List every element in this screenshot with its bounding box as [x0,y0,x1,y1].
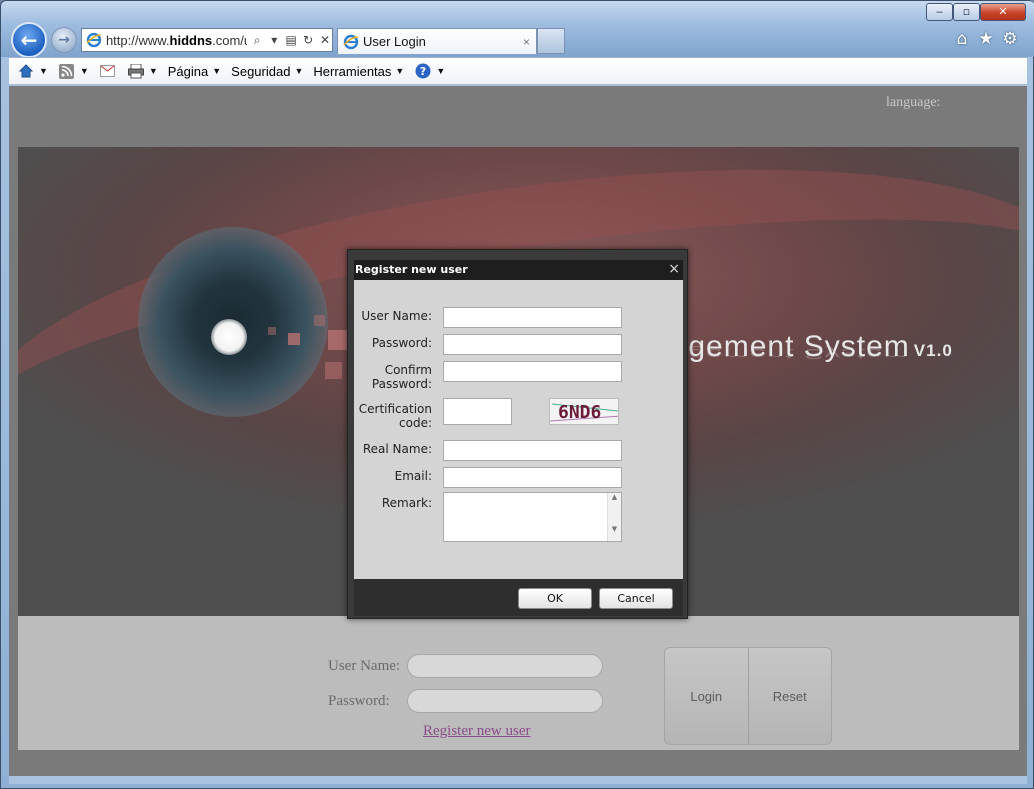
username-field-label: User Name: [361,309,432,323]
ok-button[interactable]: OK [518,588,592,609]
minimize-button[interactable]: ‒ [926,3,953,21]
chevron-down-icon[interactable]: ▼ [80,66,89,76]
dropdown-icon[interactable]: ▾ [267,33,281,47]
decor-square [288,333,300,345]
register-dialog: Register new user × User Name: Password:… [347,249,688,619]
confirm-password-label: Confirm Password: [371,363,432,391]
print-command[interactable]: ▼ [127,62,158,80]
rss-icon [58,62,76,80]
certification-code-label: Certification code: [358,402,432,430]
dialog-footer: OK Cancel [354,579,683,616]
printer-icon [127,62,145,80]
language-label[interactable]: language: [886,95,940,111]
search-icon[interactable]: ⌕ [250,33,264,48]
password-field-label: Password: [371,336,432,350]
login-button[interactable]: Login [665,648,749,744]
tools-menu[interactable]: Herramientas ▼ [313,64,404,79]
close-window-button[interactable]: ✕ [980,3,1026,21]
gear-icon[interactable]: ⚙ [1000,29,1020,49]
svg-text:?: ? [420,65,426,78]
browser-tab[interactable]: User Login × [337,28,537,54]
decor-square [325,362,342,379]
email-input[interactable] [443,467,622,488]
password-label: Password: [328,693,390,709]
help-icon: ? [414,62,432,80]
username-label: User Name: [328,658,401,674]
chevron-down-icon[interactable]: ▼ [608,525,621,533]
arrow-left-icon: ← [20,28,38,52]
chevron-down-icon[interactable]: ▼ [39,66,48,76]
status-bar [9,776,1027,784]
username-input[interactable] [407,654,603,678]
remark-scrollbar[interactable]: ▲ ▼ [607,493,621,541]
captcha-text: 6ND6 [558,402,602,423]
dialog-title: Register new user [355,263,468,276]
captcha-image[interactable]: 6ND6 [549,398,619,425]
dialog-body: User Name: Password: Confirm Password: Ce… [354,280,683,579]
login-button-group: Login Reset [664,647,832,745]
compat-view-icon[interactable]: ▤ [284,33,298,47]
mail-command[interactable] [99,62,117,80]
home-icon [17,62,35,80]
back-button[interactable]: ← [11,22,47,58]
banner-title-reflection: nagement System [653,345,910,363]
confirm-password-input[interactable] [443,361,622,382]
chevron-down-icon: ▼ [294,66,304,76]
decor-square [314,315,325,326]
reset-button[interactable]: Reset [749,648,832,744]
chevron-down-icon: ▼ [212,66,222,76]
command-bar: ▼ ▼ ▼ Página ▼ Seguridad ▼ Herramientas ▼ ?… [9,57,1027,85]
help-menu[interactable]: ? ▼ [414,62,445,80]
star-icon[interactable]: ★ [976,29,996,49]
register-password-input[interactable] [443,334,622,355]
remark-textarea[interactable]: ▲ ▼ [443,492,622,542]
real-name-input[interactable] [443,440,622,461]
lens-light-graphic [211,319,247,355]
address-bar[interactable]: http://www.hiddns.com/u ⌕ ▾ ▤ ↻ ✕ [81,28,333,52]
new-tab-button[interactable] [537,28,565,54]
tab-title: User Login [363,34,426,49]
cancel-button[interactable]: Cancel [599,588,673,609]
login-panel: User Name: Password: Register new user L… [18,616,1019,750]
home-command[interactable]: ▼ [17,62,48,80]
close-icon[interactable]: × [668,261,680,277]
home-icon[interactable]: ⌂ [952,29,972,49]
real-name-label: Real Name: [362,442,432,456]
address-url[interactable]: http://www.hiddns.com/u [106,33,247,48]
register-username-input[interactable] [443,307,622,328]
password-input[interactable] [407,689,603,713]
browser-window: ‒ ▫ ✕ ← → http://www.hiddns.com/u ⌕ ▾ ▤ … [0,0,1034,789]
arrow-right-icon: → [58,32,70,48]
chevron-up-icon[interactable]: ▲ [608,493,621,501]
maximize-button[interactable]: ▫ [953,3,980,21]
refresh-icon[interactable]: ↻ [301,33,315,47]
title-bar: ‒ ▫ ✕ ← → http://www.hiddns.com/u ⌕ ▾ ▤ … [1,1,1034,58]
page-menu[interactable]: Página ▼ [168,64,221,79]
forward-button[interactable]: → [51,27,77,53]
register-link[interactable]: Register new user [423,723,530,740]
decor-square [328,330,348,350]
chevron-down-icon: ▼ [436,66,446,76]
remark-label: Remark: [381,496,432,510]
feeds-command[interactable]: ▼ [58,62,89,80]
ie-page-icon [86,32,102,48]
chevron-down-icon[interactable]: ▼ [149,66,158,76]
email-label: Email: [394,469,432,483]
dialog-header: Register new user × [354,260,683,280]
close-tab-icon[interactable]: × [523,35,530,49]
ie-page-icon [343,34,359,49]
mail-icon [99,62,117,80]
certification-code-input[interactable] [443,398,512,425]
safety-menu[interactable]: Seguridad ▼ [231,64,303,79]
chevron-down-icon: ▼ [395,66,405,76]
stop-icon[interactable]: ✕ [318,33,332,47]
decor-square [268,327,276,335]
